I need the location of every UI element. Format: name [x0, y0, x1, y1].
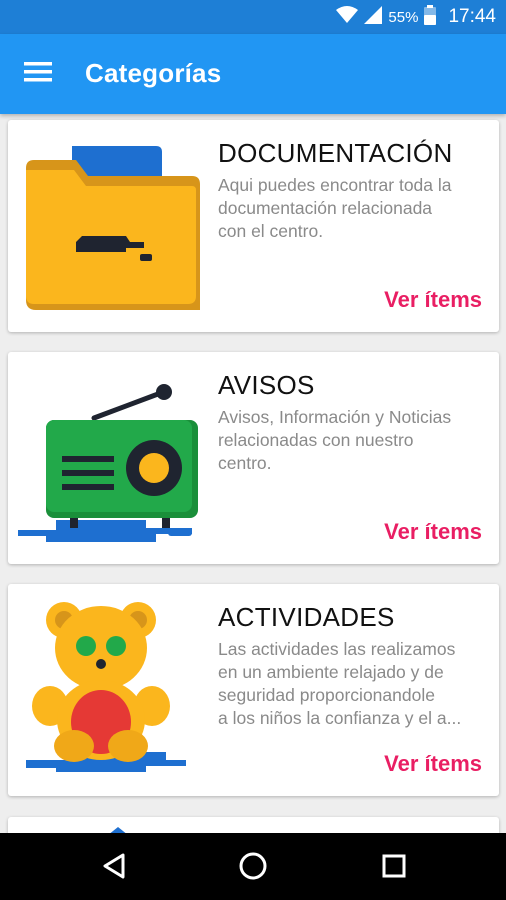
- status-icons: 55% 17:44: [336, 0, 496, 34]
- teddy-bear-icon: [16, 602, 208, 774]
- home-button[interactable]: [236, 851, 270, 885]
- recents-icon: [381, 853, 407, 884]
- menu-button[interactable]: [20, 56, 56, 92]
- category-card-avisos[interactable]: AVISOS Avisos, Información y Noticias re…: [8, 352, 499, 564]
- ver-items-link[interactable]: Ver ítems: [384, 287, 482, 313]
- clock: 17:44: [448, 6, 496, 27]
- category-card-actividades[interactable]: ACTIVIDADES Las actividades las realizam…: [8, 584, 499, 796]
- card-description: Avisos, Información y Noticias relaciona…: [218, 407, 452, 473]
- app-bar: Categorías: [0, 34, 506, 114]
- page-title: Categorías: [85, 58, 222, 88]
- ver-items-link[interactable]: Ver ítems: [384, 751, 482, 777]
- wifi-icon: [336, 5, 359, 29]
- card-description: Las actividades las realizamos en un amb…: [218, 639, 462, 728]
- status-bar: 55% 17:44: [0, 0, 506, 34]
- home-icon: [238, 851, 268, 886]
- radio-icon: [16, 370, 208, 542]
- card-title: AVISOS: [218, 370, 315, 400]
- card-title: DOCUMENTACIÓN: [218, 138, 453, 168]
- signal-icon: [364, 5, 383, 29]
- back-icon: [101, 852, 127, 885]
- navigation-bar: [0, 833, 506, 900]
- folder-icon: [16, 138, 208, 310]
- hamburger-menu-icon: [24, 61, 52, 88]
- card-description: Aqui puedes encontrar toda la documentac…: [218, 175, 452, 241]
- battery-percent: 55%: [388, 8, 419, 26]
- back-button[interactable]: [97, 851, 131, 885]
- ver-items-link[interactable]: Ver ítems: [384, 519, 482, 545]
- card-title: ACTIVIDADES: [218, 602, 395, 632]
- battery-icon: [424, 4, 437, 30]
- recents-button[interactable]: [377, 851, 411, 885]
- category-card-documentacion[interactable]: DOCUMENTACIÓN Aqui puedes encontrar toda…: [8, 120, 499, 332]
